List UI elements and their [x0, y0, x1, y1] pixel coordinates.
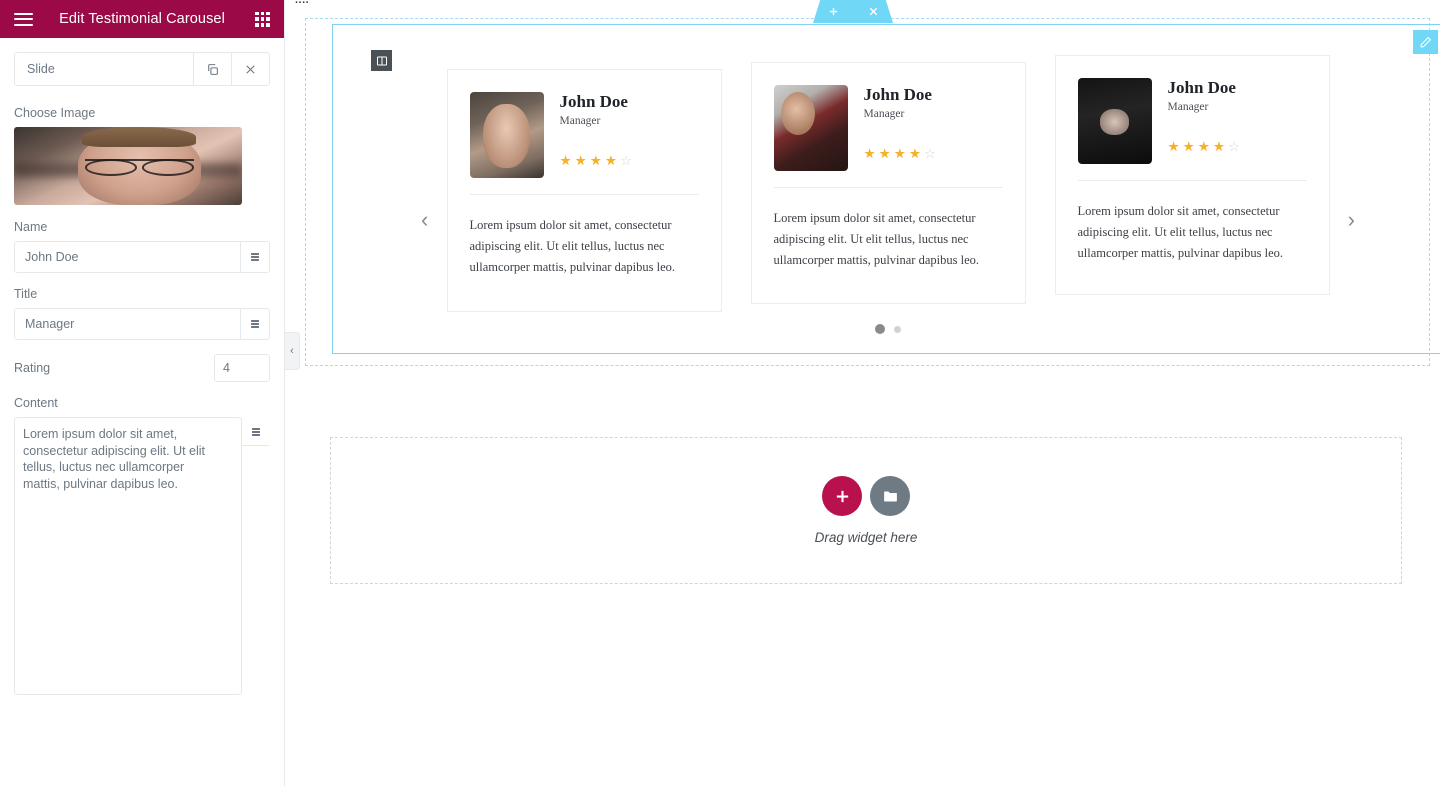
- card-divider: [773, 187, 1003, 188]
- rating-stars: ★★★★☆: [1167, 139, 1244, 154]
- avatar: [1077, 78, 1152, 164]
- section-toolbar: [813, 0, 893, 23]
- name-field-block: Name: [14, 220, 270, 273]
- grid-apps-icon[interactable]: [255, 11, 270, 27]
- editor-canvas: .... ‹ › John Doe Manager ★★★★☆ Lorem ip…: [285, 0, 1440, 786]
- testimonial-title: Manager: [863, 108, 905, 120]
- testimonial-text: Lorem ipsum dolor sit amet, consectetur …: [1077, 204, 1284, 260]
- column-outline[interactable]: ‹ › John Doe Manager ★★★★☆ Lorem ipsum d…: [332, 24, 1440, 354]
- rating-input[interactable]: [215, 355, 269, 381]
- rating-stepper[interactable]: [214, 354, 270, 382]
- plus-icon[interactable]: [828, 6, 839, 17]
- carousel-slides: John Doe Manager ★★★★☆ Lorem ipsum dolor…: [393, 55, 1383, 312]
- testimonial-name: John Doe: [1167, 78, 1236, 97]
- avatar: [469, 92, 544, 178]
- slide-item-bar[interactable]: Slide: [14, 52, 270, 86]
- close-icon[interactable]: [231, 53, 269, 85]
- dynamic-tags-icon[interactable]: [240, 308, 270, 340]
- image-glasses-shape: [84, 158, 195, 176]
- content-label: Content: [14, 396, 58, 410]
- testimonial-title: Manager: [1167, 101, 1209, 113]
- dynamic-tags-icon[interactable]: [241, 418, 269, 446]
- carousel-dot[interactable]: [875, 324, 885, 334]
- content-field-block: Content: [14, 396, 270, 700]
- folder-icon[interactable]: [870, 476, 910, 516]
- carousel-prev-button[interactable]: ‹: [421, 207, 428, 233]
- panel-header: Edit Testimonial Carousel: [0, 0, 284, 38]
- cut-off-heading: ....: [295, 0, 310, 6]
- title-label: Title: [14, 287, 38, 301]
- testimonial-card[interactable]: John Doe Manager ★★★★☆ Lorem ipsum dolor…: [446, 69, 722, 312]
- column-layout-icon[interactable]: [371, 50, 392, 71]
- carousel-next-button[interactable]: ›: [1348, 207, 1355, 233]
- editor-panel: Edit Testimonial Carousel Slide Choose I…: [0, 0, 285, 786]
- title-input[interactable]: [14, 308, 240, 340]
- avatar: [773, 85, 848, 171]
- copy-icon[interactable]: [193, 53, 231, 85]
- drag-handle-icon[interactable]: [848, 8, 859, 15]
- testimonial-card[interactable]: John Doe Manager ★★★★☆ Lorem ipsum dolor…: [1054, 55, 1330, 295]
- card-divider: [469, 194, 699, 195]
- testimonial-name: John Doe: [559, 92, 628, 111]
- widget-dropzone[interactable]: Drag widget here: [330, 437, 1402, 584]
- rating-stars: ★★★★☆: [559, 153, 636, 168]
- image-preview[interactable]: [14, 127, 242, 205]
- testimonial-title: Manager: [559, 115, 601, 127]
- testimonial-name: John Doe: [863, 85, 932, 104]
- testimonial-text: Lorem ipsum dolor sit amet, consectetur …: [469, 218, 676, 274]
- name-label: Name: [14, 220, 48, 234]
- card-divider: [1077, 180, 1307, 181]
- rating-label: Rating: [14, 361, 51, 375]
- testimonial-card[interactable]: John Doe Manager ★★★★☆ Lorem ipsum dolor…: [750, 62, 1026, 304]
- close-icon[interactable]: [868, 6, 879, 17]
- rating-stars: ★★★★☆: [863, 146, 940, 161]
- testimonial-text: Lorem ipsum dolor sit amet, consectetur …: [773, 211, 980, 267]
- panel-collapse-toggle[interactable]: ‹: [285, 332, 300, 370]
- testimonial-carousel: ‹ › John Doe Manager ★★★★☆ Lorem ipsum d…: [393, 55, 1383, 337]
- page-title: Edit Testimonial Carousel: [59, 11, 225, 27]
- content-textarea[interactable]: [14, 417, 242, 695]
- pencil-edit-icon[interactable]: [1413, 30, 1438, 54]
- image-hair-shape: [82, 127, 197, 148]
- carousel-dot[interactable]: [894, 325, 901, 333]
- dynamic-tags-icon[interactable]: [240, 241, 270, 273]
- name-input[interactable]: [14, 241, 240, 273]
- choose-image-label: Choose Image: [14, 106, 96, 120]
- slide-item-label: Slide: [27, 62, 55, 76]
- dropzone-label: Drag widget here: [814, 530, 918, 545]
- rating-field-block: Rating: [14, 354, 270, 382]
- hamburger-icon[interactable]: [14, 12, 33, 26]
- panel-body: Slide Choose Image Name John Doe Title M…: [0, 38, 284, 700]
- title-field-block: Title: [14, 287, 270, 340]
- plus-icon[interactable]: [822, 476, 862, 516]
- carousel-dots: [393, 324, 1383, 334]
